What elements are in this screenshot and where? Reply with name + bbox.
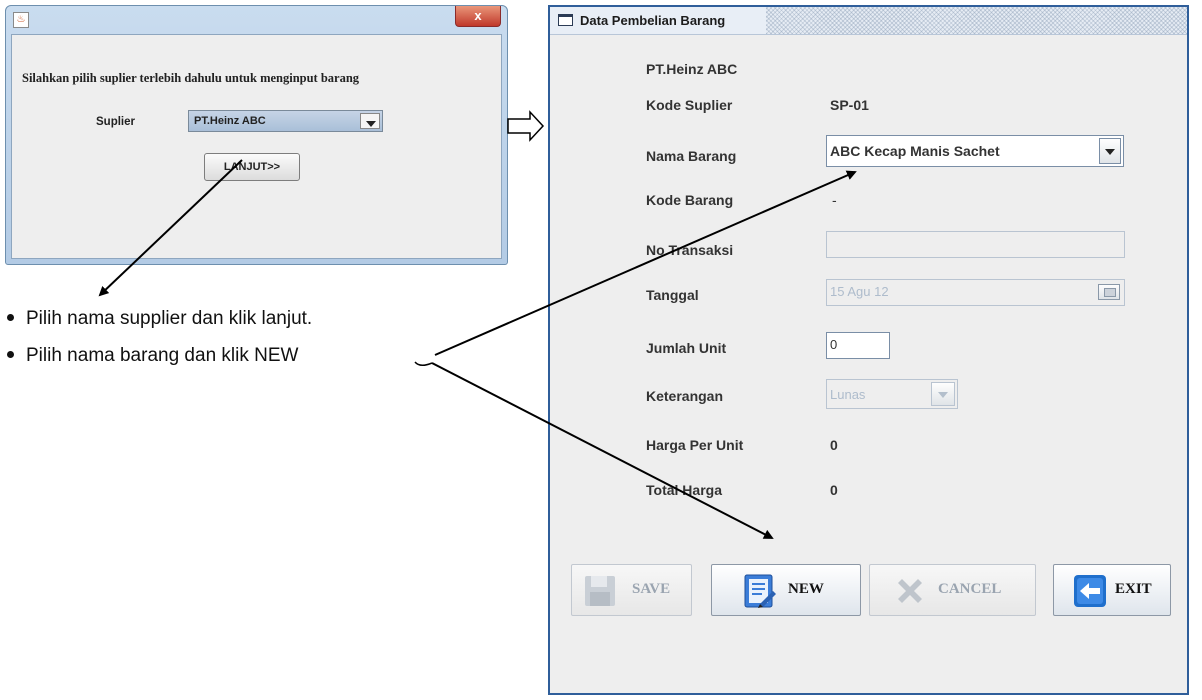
- right-arrow-icon: [507, 110, 545, 142]
- annotation-arrows: [98, 110, 857, 539]
